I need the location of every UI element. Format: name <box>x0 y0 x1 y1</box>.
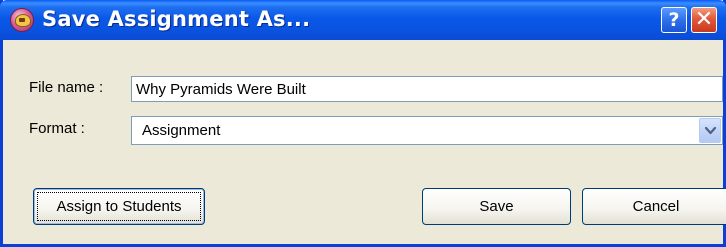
assign-to-students-button[interactable]: Assign to Students <box>33 188 205 225</box>
app-icon <box>10 8 34 32</box>
save-button[interactable]: Save <box>422 188 571 225</box>
dropdown-button[interactable] <box>699 118 721 143</box>
title-bar[interactable]: Save Assignment As... ? ✕ <box>0 0 726 40</box>
format-selected-value: Assignment <box>142 122 221 139</box>
save-button-label: Save <box>479 198 514 215</box>
chevron-down-icon <box>705 127 716 135</box>
help-button[interactable]: ? <box>661 7 687 33</box>
file-name-label: File name : <box>29 79 104 96</box>
format-label: Format : <box>29 120 85 137</box>
focus-ring <box>37 192 201 221</box>
format-select[interactable]: Assignment <box>131 116 723 145</box>
file-name-input[interactable] <box>131 76 723 102</box>
close-button[interactable]: ✕ <box>691 7 717 33</box>
close-icon: ✕ <box>694 7 714 32</box>
help-icon: ? <box>668 9 680 31</box>
cancel-button[interactable]: Cancel <box>582 188 726 225</box>
cancel-button-label: Cancel <box>632 198 680 215</box>
dialog-title: Save Assignment As... <box>42 7 311 31</box>
save-assignment-dialog: Save Assignment As... ? ✕ File name : Fo… <box>0 0 726 247</box>
